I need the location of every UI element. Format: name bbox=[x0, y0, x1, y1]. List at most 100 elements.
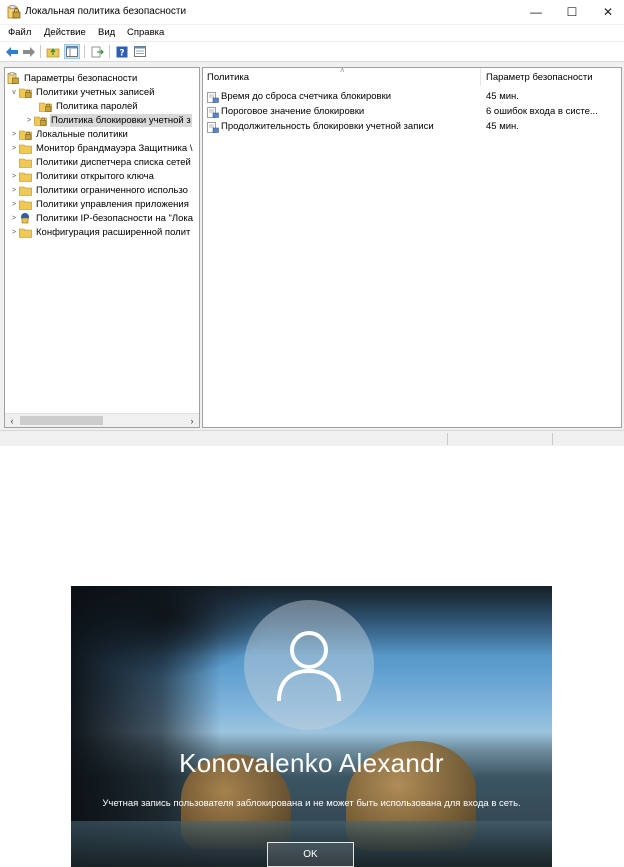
tree-label: Политики управления приложения bbox=[36, 198, 189, 210]
export-list-icon[interactable] bbox=[89, 44, 105, 59]
lockout-message: Учетная запись пользователя заблокирован… bbox=[102, 798, 521, 809]
chevron-right-icon[interactable]: > bbox=[9, 141, 19, 155]
folder-icon bbox=[19, 142, 32, 154]
column-header-policy[interactable]: Политика bbox=[203, 68, 481, 86]
chevron-right-icon[interactable]: > bbox=[9, 225, 19, 239]
tree-item-advanced-audit[interactable]: > Конфигурация расширенной полит bbox=[9, 225, 191, 239]
status-bar bbox=[0, 430, 624, 446]
policy-value: 6 ошибок входа в систе... bbox=[486, 106, 598, 117]
ipsec-icon bbox=[19, 212, 32, 224]
tree-label: Политики учетных записей bbox=[36, 86, 155, 98]
folder-icon bbox=[19, 170, 32, 182]
close-icon: ✕ bbox=[602, 5, 614, 19]
forward-arrow-icon[interactable] bbox=[21, 44, 37, 59]
policy-name: Время до сброса счетчика блокировки bbox=[221, 91, 392, 102]
tree-item-lockout-policy[interactable]: > Политика блокировки учетной з bbox=[24, 113, 192, 127]
title-bar[interactable]: Локальная политика безопасности — ☐ ✕ bbox=[0, 0, 624, 24]
chevron-right-icon[interactable]: > bbox=[9, 197, 19, 211]
svg-text:?: ? bbox=[119, 48, 124, 58]
tree-item-network-list-manager[interactable]: Политики диспетчера списка сетей bbox=[9, 155, 192, 169]
folder-lock-icon bbox=[19, 86, 32, 98]
tree-label: Политики диспетчера списка сетей bbox=[36, 156, 191, 168]
minimize-button[interactable]: — bbox=[518, 0, 554, 24]
tree-item-account-policies[interactable]: v Политики учетных записей bbox=[9, 85, 155, 99]
close-button[interactable]: ✕ bbox=[590, 0, 624, 24]
maximize-button[interactable]: ☐ bbox=[554, 0, 590, 24]
tree-item-software-restriction[interactable]: > Политики ограниченного использо bbox=[9, 183, 189, 197]
help-icon[interactable]: ? bbox=[114, 44, 130, 59]
menu-help[interactable]: Справка bbox=[127, 27, 164, 38]
table-row[interactable]: Продолжительность блокировки учетной зап… bbox=[203, 120, 621, 135]
chevron-right-icon[interactable]: > bbox=[9, 211, 19, 225]
policy-item-icon bbox=[207, 92, 219, 103]
policy-item-icon bbox=[207, 107, 219, 118]
tree-label: Политики ограниченного использо bbox=[36, 184, 188, 196]
user-name: Konovalenko Alexandr bbox=[179, 748, 444, 778]
folder-lock-icon bbox=[39, 100, 52, 112]
chevron-right-icon[interactable]: > bbox=[24, 113, 34, 127]
tree-pane[interactable]: Параметры безопасности v Политики учетны… bbox=[4, 67, 200, 428]
menu-file[interactable]: Файл bbox=[8, 27, 31, 38]
show-hide-tree-icon[interactable] bbox=[64, 44, 80, 59]
menu-bar: Файл Действие Вид Справка bbox=[0, 25, 624, 41]
chevron-down-icon[interactable]: v bbox=[9, 85, 19, 99]
tree-horizontal-scrollbar[interactable]: ‹ › bbox=[5, 413, 199, 427]
tree-item-security-settings[interactable]: Параметры безопасности bbox=[7, 71, 138, 85]
details-pane[interactable]: ˄ Политика Параметр безопасности Время д… bbox=[202, 67, 622, 428]
chevron-right-icon[interactable]: > bbox=[9, 127, 19, 141]
tree-label: Политика блокировки учетной з bbox=[50, 113, 192, 127]
properties-icon[interactable] bbox=[132, 44, 148, 59]
ok-button[interactable]: OK bbox=[267, 842, 354, 867]
tree-item-local-policies[interactable]: > Локальные политики bbox=[9, 127, 129, 141]
tree-item-firewall-monitor[interactable]: > Монитор брандмауэра Защитника \ bbox=[9, 141, 194, 155]
folder-icon bbox=[19, 198, 32, 210]
policy-item-icon bbox=[207, 122, 219, 133]
maximize-icon: ☐ bbox=[566, 5, 578, 19]
tree-item-password-policy[interactable]: Политика паролей bbox=[29, 99, 139, 113]
scroll-thumb[interactable] bbox=[20, 416, 103, 425]
tree-label: Политики IP-безопасности на "Лока bbox=[36, 212, 194, 224]
policy-value: 45 мин. bbox=[486, 121, 519, 132]
minimize-icon: — bbox=[530, 5, 542, 19]
security-policy-icon bbox=[7, 5, 21, 19]
table-row[interactable]: Время до сброса счетчика блокировки 45 м… bbox=[203, 90, 621, 105]
back-arrow-icon[interactable] bbox=[4, 44, 20, 59]
avatar bbox=[244, 600, 374, 730]
chevron-right-icon[interactable]: > bbox=[9, 169, 19, 183]
folder-lock-icon bbox=[19, 128, 32, 140]
window-title: Локальная политика безопасности bbox=[25, 6, 187, 17]
policy-value: 45 мин. bbox=[486, 91, 519, 102]
table-row[interactable]: Пороговое значение блокировки 6 ошибок в… bbox=[203, 105, 621, 120]
tree-label: Локальные политики bbox=[36, 128, 128, 140]
chevron-right-icon[interactable]: > bbox=[9, 183, 19, 197]
lock-screen: Konovalenko Alexandr Учетная запись поль… bbox=[71, 586, 552, 867]
folder-icon bbox=[19, 184, 32, 196]
security-settings-icon bbox=[7, 72, 20, 84]
menu-action[interactable]: Действие bbox=[44, 27, 86, 38]
tree-label: Политики открытого ключа bbox=[36, 170, 154, 182]
column-label: Политика bbox=[207, 71, 250, 83]
scroll-right-icon[interactable]: › bbox=[185, 414, 199, 427]
folder-icon bbox=[19, 226, 32, 238]
tree-label: Параметры безопасности bbox=[24, 72, 138, 84]
toolbar: ? bbox=[0, 42, 624, 62]
tree-item-app-control[interactable]: > Политики управления приложения bbox=[9, 197, 190, 211]
tree-label: Монитор брандмауэра Защитника \ bbox=[36, 142, 193, 154]
up-folder-icon[interactable] bbox=[45, 44, 61, 59]
tree-label: Конфигурация расширенной полит bbox=[36, 226, 191, 238]
tree-item-ipsec-policies[interactable]: > Политики IP-безопасности на "Лока bbox=[9, 211, 194, 225]
folder-lock-icon bbox=[34, 114, 47, 126]
tree-label: Политика паролей bbox=[56, 100, 138, 112]
tree-item-public-key-policies[interactable]: > Политики открытого ключа bbox=[9, 169, 155, 183]
policy-name: Пороговое значение блокировки bbox=[221, 106, 365, 117]
user-icon bbox=[277, 631, 341, 702]
column-header-security-setting[interactable]: Параметр безопасности bbox=[482, 68, 621, 86]
folder-icon bbox=[19, 156, 32, 168]
policy-name: Продолжительность блокировки учетной зап… bbox=[221, 121, 434, 132]
column-label: Параметр безопасности bbox=[486, 71, 593, 83]
scroll-left-icon[interactable]: ‹ bbox=[5, 414, 19, 427]
local-security-policy-window: Локальная политика безопасности — ☐ ✕ Фа… bbox=[0, 0, 624, 446]
menu-view[interactable]: Вид bbox=[98, 27, 115, 38]
